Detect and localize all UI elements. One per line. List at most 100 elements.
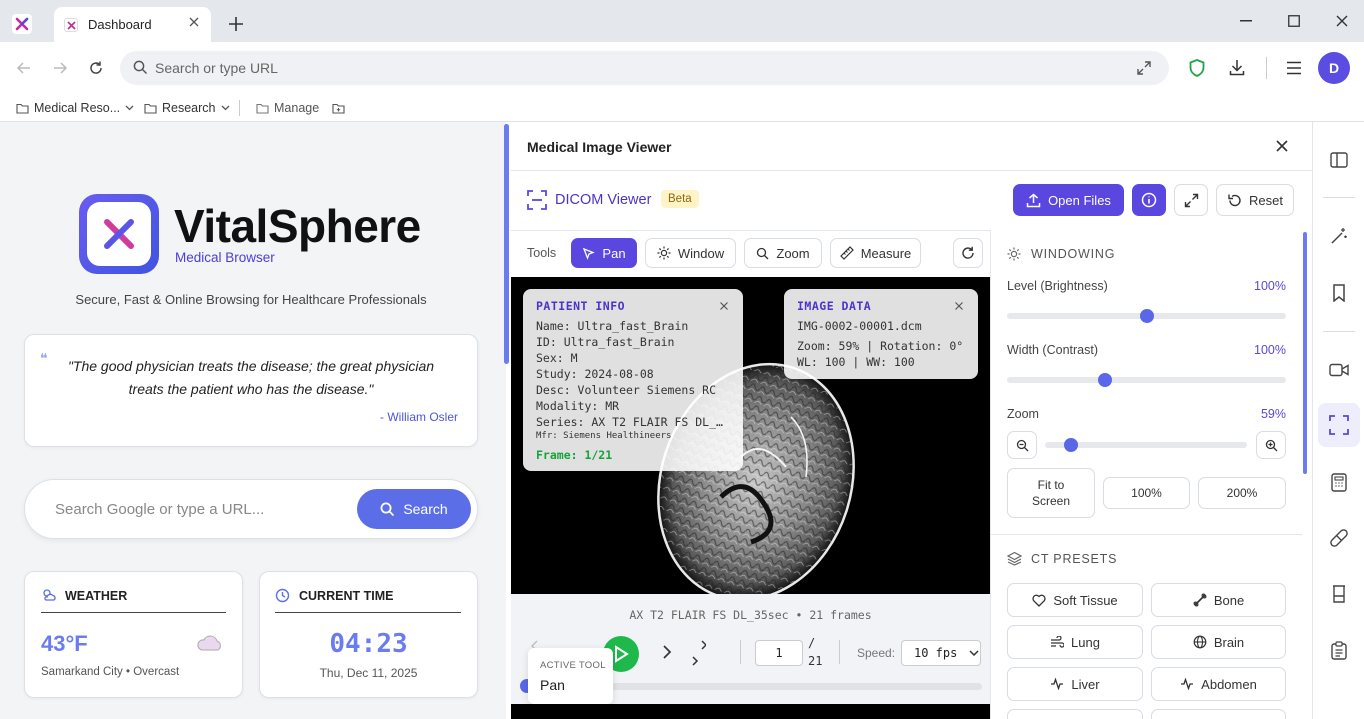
preset-liver-button[interactable]: Liver — [1007, 667, 1143, 701]
maximize-button[interactable] — [1288, 15, 1300, 27]
fit-to-screen-button[interactable]: Fit to Screen — [1007, 468, 1095, 518]
ruler-icon — [839, 246, 854, 260]
reset-button[interactable]: Reset — [1216, 184, 1294, 216]
video-icon[interactable] — [1326, 357, 1352, 383]
preset-soft-tissue-button[interactable]: Soft Tissue — [1007, 583, 1143, 617]
width-slider-knob[interactable] — [1097, 373, 1112, 387]
upload-icon — [1026, 193, 1041, 207]
width-value: 100% — [1254, 343, 1286, 357]
forward-icon[interactable] — [52, 60, 68, 76]
magic-wand-icon[interactable] — [1326, 223, 1352, 249]
bookmark-manage[interactable]: Manage — [256, 99, 319, 117]
open-files-button[interactable]: Open Files — [1013, 184, 1124, 216]
download-icon[interactable] — [1229, 59, 1245, 76]
image-data-close-icon[interactable] — [955, 302, 963, 310]
chevron-down-icon — [221, 105, 229, 111]
patient-info-title: PATIENT INFO — [536, 299, 626, 313]
patient-study: Study: 2024-08-08 — [536, 367, 654, 381]
fullscreen-button[interactable] — [1174, 184, 1208, 216]
expand-icon[interactable] — [1136, 60, 1152, 76]
next-frame-icon[interactable] — [662, 645, 672, 659]
shield-icon[interactable] — [1189, 59, 1205, 77]
preset-label: Bone — [1213, 592, 1245, 608]
bookmark-divider — [239, 100, 240, 116]
tool-pan-label: Pan — [602, 245, 626, 261]
bookmark-folder-research[interactable]: Research — [144, 99, 230, 117]
reload-icon[interactable] — [88, 60, 104, 76]
preset-abdomen-button[interactable]: Abdomen — [1151, 667, 1286, 701]
minimize-button[interactable] — [1240, 20, 1252, 22]
tagline: Secure, Fast & Online Browsing for Healt… — [75, 292, 427, 307]
split-view-icon[interactable] — [1326, 147, 1352, 173]
width-slider-track[interactable] — [1007, 377, 1286, 383]
level-label: Level (Brightness) — [1007, 279, 1108, 293]
window-close-button[interactable] — [1336, 15, 1348, 27]
preset-lung-button[interactable]: Lung — [1007, 625, 1143, 659]
rail-divider — [1323, 331, 1355, 332]
tab-close-icon[interactable] — [189, 17, 199, 27]
bookmark-folder-medical[interactable]: Medical Reso... — [16, 99, 134, 117]
sidebar-scrollbar[interactable] — [1303, 232, 1307, 474]
info-button[interactable] — [1132, 184, 1166, 216]
speed-label: Speed: — [857, 646, 896, 660]
zoom-in-button[interactable] — [1256, 431, 1286, 459]
back-icon[interactable] — [16, 60, 32, 76]
rail-item-dicom-active[interactable] — [1318, 403, 1360, 447]
patient-info-close-icon[interactable] — [720, 302, 728, 310]
zoom-100-button[interactable]: 100% — [1103, 477, 1190, 509]
calculator-icon[interactable] — [1326, 469, 1352, 495]
patient-desc: Desc: Volunteer Siemens RC — [536, 383, 717, 397]
reset-label: Reset — [1249, 192, 1283, 208]
profile-avatar[interactable]: D — [1318, 52, 1350, 84]
undo-icon — [1228, 194, 1241, 206]
beaker-icon[interactable] — [1326, 581, 1352, 607]
active-tool-tooltip — [528, 648, 613, 704]
search-button-label: Search — [403, 501, 448, 517]
tool-window-button[interactable]: Window — [645, 238, 736, 268]
clipboard-icon[interactable] — [1326, 637, 1352, 663]
search-icon — [133, 60, 148, 75]
tools-label: Tools — [527, 246, 557, 260]
frame-input[interactable]: 1 — [755, 640, 803, 666]
url-placeholder[interactable]: Search or type URL — [155, 60, 278, 76]
add-folder-icon[interactable] — [332, 99, 345, 117]
bookmark-label: Research — [162, 101, 216, 115]
frame-total: / 21 — [808, 636, 823, 668]
bookmark-label: Manage — [274, 101, 320, 115]
tool-window-label: Window — [677, 245, 725, 261]
viewer-sidebar-divider — [990, 230, 991, 719]
image-zoom-rotation: Zoom: 59% | Rotation: 0° — [797, 339, 964, 353]
image-wl-ww: WL: 100 | WW: 100 — [797, 355, 915, 369]
tool-pan-button[interactable]: Pan — [571, 238, 637, 268]
ct-presets-title: CT PRESETS — [1031, 552, 1118, 566]
rail-divider — [1323, 197, 1355, 198]
menu-icon[interactable] — [1286, 61, 1302, 75]
sun-icon — [1007, 247, 1021, 261]
refresh-view-button[interactable] — [953, 238, 983, 268]
level-slider-knob[interactable] — [1139, 309, 1154, 323]
chevron-down-icon — [125, 105, 134, 111]
new-tab-button[interactable] — [228, 16, 244, 32]
preset-bone-button[interactable]: Bone — [1151, 583, 1286, 617]
cursor-icon — [583, 247, 596, 260]
tab-title: Dashboard — [88, 17, 152, 32]
patient-modality: Modality: MR — [536, 399, 620, 413]
time-divider — [275, 612, 461, 613]
tool-zoom-label: Zoom — [776, 245, 810, 261]
zoom-out-button[interactable] — [1007, 431, 1037, 459]
zoom-200-button[interactable]: 200% — [1198, 477, 1286, 509]
fit-line1: Fit to — [1037, 478, 1065, 492]
wind-icon — [1051, 636, 1065, 648]
preset-brain-button[interactable]: Brain — [1151, 625, 1286, 659]
clock-icon — [275, 588, 290, 603]
split-scrollbar[interactable] — [504, 124, 509, 364]
home-search-input[interactable]: Search Google or type a URL... — [55, 501, 264, 518]
last-frame-icon[interactable] — [692, 638, 706, 668]
pill-icon[interactable] — [1326, 525, 1352, 551]
tool-zoom-button[interactable]: Zoom — [744, 238, 822, 268]
tool-measure-button[interactable]: Measure — [830, 238, 921, 268]
speed-select[interactable]: 10 fps — [901, 640, 981, 666]
bookmark-icon[interactable] — [1326, 280, 1352, 306]
home-search-button[interactable]: Search — [357, 489, 471, 529]
panel-close-icon[interactable] — [1276, 140, 1288, 152]
